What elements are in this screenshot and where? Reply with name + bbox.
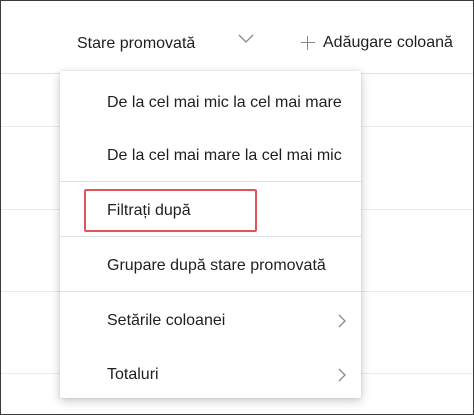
add-column-label: Adăugare coloană: [323, 34, 453, 51]
menu-divider: [60, 181, 361, 182]
menu-item-sort-descending[interactable]: De la cel mai mare la cel mai mic: [60, 130, 361, 182]
chevron-right-icon: [338, 314, 346, 328]
menu-item-label: De la cel mai mare la cel mai mic: [107, 147, 342, 164]
menu-divider: [60, 236, 361, 237]
column-header-stare-promovata[interactable]: Stare promovată: [77, 32, 195, 56]
menu-divider: [60, 291, 361, 292]
menu-item-column-settings[interactable]: Setările coloanei: [60, 295, 361, 347]
screenshot-frame: Stare promovată Adăugare coloană De la c…: [0, 0, 474, 415]
menu-item-label: Grupare după stare promovată: [107, 257, 326, 274]
menu-item-label: Totaluri: [107, 366, 159, 383]
menu-item-sort-ascending[interactable]: De la cel mai mic la cel mai mare: [60, 77, 361, 129]
menu-item-label: Setările coloanei: [107, 312, 226, 329]
add-column-button[interactable]: Adăugare coloană: [301, 32, 453, 54]
chevron-right-icon: [338, 368, 346, 382]
chevron-down-icon[interactable]: [237, 31, 255, 45]
menu-item-group-by[interactable]: Grupare după stare promovată: [60, 240, 361, 292]
menu-item-label: Filtrați după: [107, 202, 191, 219]
column-context-menu: De la cel mai mic la cel mai mare De la …: [60, 71, 361, 398]
menu-item-filter-by[interactable]: Filtrați după: [60, 185, 361, 237]
menu-item-label: De la cel mai mic la cel mai mare: [107, 94, 342, 111]
column-header-label: Stare promovată: [77, 35, 196, 52]
menu-item-totals[interactable]: Totaluri: [60, 349, 361, 401]
plus-icon: [301, 36, 315, 50]
list-header: Stare promovată Adăugare coloană: [1, 1, 473, 74]
